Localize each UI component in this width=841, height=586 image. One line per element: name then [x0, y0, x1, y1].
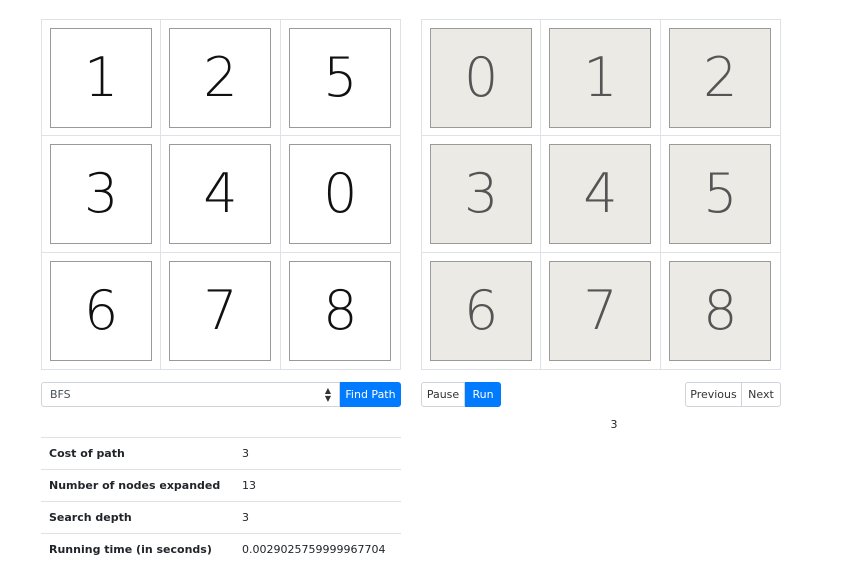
board-cell: 4	[161, 136, 281, 253]
puzzle-tile[interactable]: 4	[169, 143, 272, 244]
goal-board: 0 1 2 3 4 5 6 7 8	[421, 19, 781, 370]
goal-tile: 1	[549, 27, 652, 128]
goal-tile: 5	[669, 143, 772, 244]
board-cell: 1	[541, 20, 661, 137]
goal-tile: 2	[669, 27, 772, 128]
stat-label: Number of nodes expanded	[41, 469, 234, 502]
puzzle-tile[interactable]: 5	[289, 27, 392, 128]
board-cell: 4	[541, 136, 661, 253]
board-cell: 7	[161, 252, 281, 369]
stat-value: 0.0029025759999967704	[234, 533, 401, 565]
find-path-button[interactable]: Find Path	[340, 382, 401, 407]
board-cell: 6	[42, 252, 162, 369]
table-row: Running time (in seconds) 0.002902575999…	[41, 533, 401, 565]
goal-tile: 7	[549, 260, 652, 361]
puzzle-tile[interactable]: 7	[169, 260, 272, 361]
board-cell: 6	[422, 252, 542, 369]
next-button[interactable]: Next	[741, 382, 781, 407]
puzzle-tile[interactable]: 6	[50, 260, 153, 361]
board-cell: 5	[660, 136, 780, 253]
run-button[interactable]: Run	[465, 382, 501, 407]
step-indicator: 3	[610, 418, 618, 431]
goal-tile: 3	[430, 143, 533, 244]
puzzle-tile[interactable]: 8	[289, 260, 392, 361]
board-cell: 1	[42, 20, 162, 137]
goal-tile: 6	[430, 260, 533, 361]
table-row: Number of nodes expanded 13	[41, 469, 401, 502]
puzzle-tile[interactable]: 3	[50, 143, 153, 244]
board-cell: 3	[422, 136, 542, 253]
board-cell: 8	[281, 253, 400, 369]
table-row: Search depth 3	[41, 501, 401, 534]
stat-label: Running time (in seconds)	[41, 533, 234, 565]
stat-value: 13	[234, 469, 401, 502]
stat-value: 3	[234, 501, 401, 534]
goal-tile: 0	[430, 27, 533, 128]
stats-table: Cost of path 3 Number of nodes expanded …	[41, 437, 401, 565]
algorithm-select-value: BFS	[50, 388, 71, 401]
stat-label: Search depth	[41, 501, 234, 534]
puzzle-tile[interactable]: 0	[289, 143, 392, 244]
board-cell: 5	[280, 20, 400, 137]
goal-tile: 8	[669, 260, 772, 361]
board-cell: 0	[422, 20, 542, 137]
select-arrows-icon: ▲ ▼	[324, 385, 331, 403]
board-cell: 3	[42, 136, 162, 253]
stat-value: 3	[234, 437, 401, 470]
table-row: Cost of path 3	[41, 437, 401, 470]
goal-tile: 4	[549, 143, 652, 244]
algorithm-select[interactable]: BFS ▲ ▼	[41, 382, 340, 407]
puzzle-tile[interactable]: 2	[169, 27, 272, 128]
puzzle-tile[interactable]: 1	[50, 27, 153, 128]
board-cell: 7	[541, 252, 661, 369]
current-board: 1 2 5 3 4 0 6 7 8	[41, 19, 401, 370]
pause-button[interactable]: Pause	[421, 382, 465, 407]
board-cell: 2	[161, 20, 281, 137]
board-cell: 2	[660, 20, 780, 137]
previous-button[interactable]: Previous	[685, 382, 742, 407]
board-cell: 8	[661, 253, 780, 369]
stat-label: Cost of path	[41, 437, 234, 470]
board-cell: 0	[280, 136, 400, 253]
